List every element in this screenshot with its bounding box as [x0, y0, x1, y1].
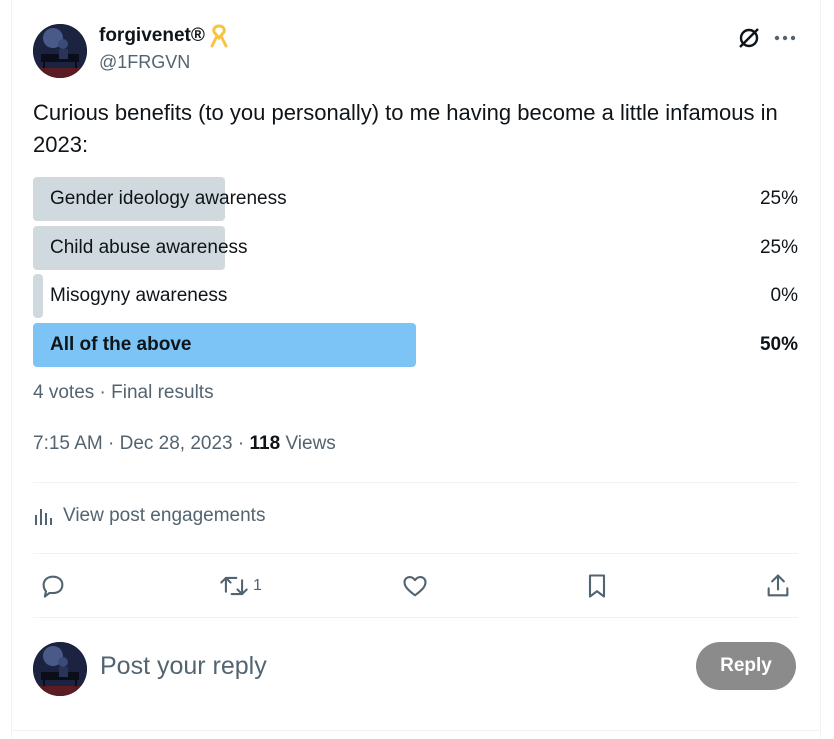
heart-icon [403, 575, 427, 597]
tweet-timestamp: 7:15 AM · Dec 28, 2023 · 118 Views [33, 433, 336, 455]
yellow-ribbon-icon [210, 24, 228, 48]
view-engagements-label: View post engagements [63, 505, 266, 526]
retweet-icon [220, 576, 248, 596]
author-handle[interactable]: @1FRGVN [99, 52, 190, 73]
poll-option-label: Child abuse awareness [50, 236, 248, 258]
reply-action[interactable] [39, 566, 67, 606]
bookmark-action[interactable] [583, 566, 611, 606]
poll-option-percent: 0% [770, 285, 798, 306]
divider [33, 553, 798, 554]
poll-option: Misogyny awareness 0% [33, 274, 798, 318]
action-bar: 1 [33, 566, 798, 606]
reply-input[interactable] [100, 646, 660, 686]
tweet-text: Curious benefits (to you personally) to … [33, 100, 778, 157]
poll-option: Child abuse awareness 25% [33, 225, 798, 270]
bookmark-icon [588, 574, 606, 598]
poll-option-percent: 50% [759, 333, 798, 355]
user-avatar[interactable] [33, 642, 87, 696]
reply-button[interactable]: Reply [696, 642, 796, 690]
card-bottom-border [11, 730, 821, 731]
speech-bubble-icon [42, 575, 64, 598]
retweet-count: 1 [253, 577, 262, 594]
views-label: Views [280, 433, 336, 454]
poll-option-label: Misogyny awareness [50, 285, 228, 306]
view-engagements-link[interactable]: View post engagements [33, 505, 265, 527]
share-upload-icon [767, 574, 789, 597]
poll-option-label: Gender ideology awareness [50, 188, 287, 209]
timestamp-time[interactable]: 7:15 AM · Dec 28, 2023 · [33, 433, 250, 454]
poll-option-percent: 25% [759, 236, 798, 258]
more-options-icon[interactable] [771, 24, 799, 52]
poll-meta: 4 votes · Final results [33, 382, 214, 403]
pianist-avatar-icon [33, 24, 87, 78]
pianist-avatar-icon [33, 642, 87, 696]
poll: Gender ideology awareness 25% Child abus… [33, 177, 798, 371]
like-action[interactable] [401, 566, 429, 606]
retweet-action[interactable]: 1 [219, 566, 262, 606]
author-avatar[interactable] [33, 24, 87, 78]
author-name-row: forgivenet® [99, 24, 229, 48]
poll-option-percent: 25% [759, 188, 798, 209]
divider [33, 482, 798, 483]
views-count: 118 [249, 433, 281, 454]
poll-option-label: All of the above [50, 333, 192, 355]
poll-option-winner: All of the above 50% [33, 322, 798, 367]
share-action[interactable] [764, 566, 792, 606]
divider [33, 617, 798, 618]
bar-chart-icon [35, 509, 52, 525]
author-display-name[interactable]: forgivenet® [99, 25, 205, 47]
poll-option: Gender ideology awareness 25% [33, 177, 798, 221]
grok-icon[interactable] [735, 24, 763, 52]
